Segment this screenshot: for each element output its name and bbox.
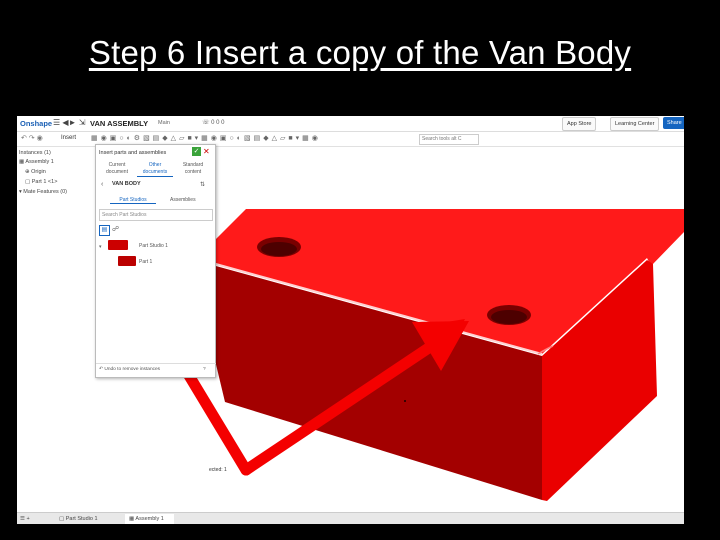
seg-other-documents[interactable]: Other documents [137,162,173,177]
onshape-window: Onshape ☰ ◀► ⇲ VAN ASSEMBLY Main ☏ 0 0 0… [17,116,684,524]
origin-node[interactable]: ⊕ Origin [25,169,46,175]
app-store-button[interactable]: App Store [562,117,597,131]
instances-header[interactable]: Instances (1) [19,150,51,156]
document-counts: ☏ 0 0 0 [202,120,225,126]
tree-part-studio[interactable]: Part Studio 1 [139,243,168,249]
dialog-title: Insert parts and assemblies [99,150,167,156]
search-tools-label: Search tools [422,136,450,142]
selection-count-label: ected: 1 [209,467,227,473]
share-button[interactable]: Share [663,117,684,129]
tab-assembly[interactable]: ▦ Assembly 1 [125,514,174,524]
workspace-label[interactable]: Main [158,120,170,126]
toolbar-tool-icons[interactable]: ▦◉▣○◐⚙▧▤◆△▱■▾▦◉▣○◐▧▤◆△▱■▾▦◉ [91,134,321,142]
tab-part-studio[interactable]: ▢ Part Studio 1 [55,514,102,524]
expand-chevron-icon[interactable]: ▾ [99,244,102,250]
part-studio-thumbnail[interactable] [108,240,128,250]
document-tabs: ☰ + ▢ Part Studio 1 ▦ Assembly 1 [17,512,684,524]
tab-assembly-label: Assembly 1 [135,516,164,522]
count-values: 0 0 0 [211,120,225,126]
seg-current-document[interactable]: Current document [99,162,135,176]
top-bar: Onshape ☰ ◀► ⇲ VAN ASSEMBLY Main ☏ 0 0 0… [17,116,684,132]
dialog-footer: ↶ Undo to remove instances? [96,363,216,376]
part-thumbnail[interactable] [118,256,136,266]
filter-icon[interactable]: ☍ [112,225,119,233]
undo-hint: Undo to remove instances [104,367,161,372]
insert-dialog: Insert parts and assemblies ✓ ✕ Current … [95,144,216,378]
instance-list-panel: Instances (1) ▦ Assembly 1 ⊕ Origin ▢ Pa… [17,147,95,512]
menu-icon[interactable]: ☰ ◀► ⇲ [53,118,85,127]
tree-part[interactable]: Part 1 [139,259,152,265]
assembly-node-label: Assembly 1 [25,159,54,165]
insert-button[interactable]: Insert [61,135,76,141]
tab-part-studio-label: Part Studio 1 [65,516,98,522]
assembly-node[interactable]: ▦ Assembly 1 [19,159,54,165]
part-studio-search-input[interactable]: Search Part Studios [99,209,213,221]
search-tools-input[interactable]: Search tools alt C [419,134,479,145]
back-chevron-icon[interactable]: ‹ [101,181,103,188]
document-title[interactable]: VAN ASSEMBLY [90,119,148,128]
tab-add-icon[interactable]: ☰ + [20,514,30,524]
branch-icon[interactable]: ⇅ [200,181,205,188]
mate-features-label: Mate Features (0) [23,189,68,195]
learning-center-button[interactable]: Learning Center [610,117,660,131]
close-icon[interactable]: ✕ [203,147,210,156]
part-instance-label: Part 1 <1> [31,179,58,185]
help-icon[interactable]: ? [203,364,206,376]
confirm-check-icon[interactable]: ✓ [192,147,201,156]
tab-part-studios[interactable]: Part Studios [110,197,156,204]
undo-redo-icon[interactable]: ↶ ↷ ◉ [21,134,43,142]
mate-features-node[interactable]: ▾ Mate Features (0) [19,189,67,195]
slide-title: Step 6 Insert a copy of the Van Body [88,34,632,71]
part-instance-node[interactable]: ▢ Part 1 <1> [25,179,57,185]
seg-standard-content[interactable]: Standard content [175,162,211,176]
document-name: VAN BODY [112,181,141,187]
onshape-logo[interactable]: Onshape [20,119,52,128]
list-view-icon[interactable]: ▤ [99,225,110,236]
tab-assemblies[interactable]: Assemblies [170,197,196,203]
search-shortcut: alt C [451,136,462,142]
origin-label: Origin [31,169,46,175]
